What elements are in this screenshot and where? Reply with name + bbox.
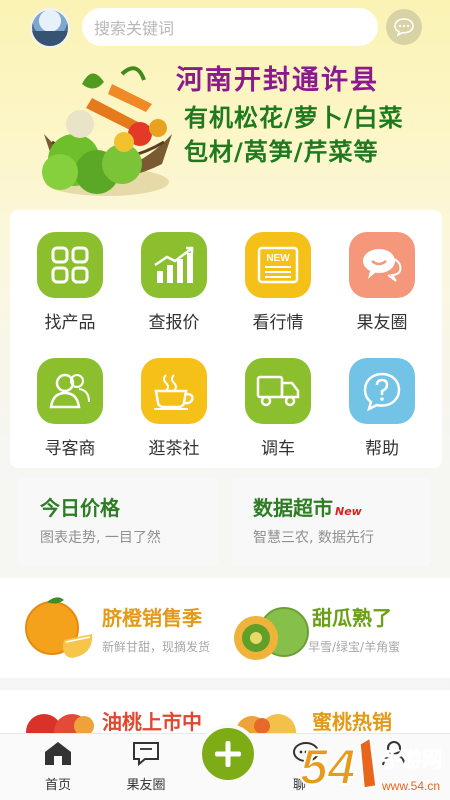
category-fruit-circle[interactable]: 果友圈 bbox=[332, 232, 432, 342]
user-avatar[interactable] bbox=[30, 8, 70, 48]
melon-promo-title: 甜瓜熟了 bbox=[312, 606, 392, 630]
category-label: 找产品 bbox=[44, 313, 96, 333]
svg-text:www.54.cn: www.54.cn bbox=[381, 779, 440, 793]
truck-icon bbox=[245, 358, 311, 424]
category-find-product[interactable]: 找产品 bbox=[20, 232, 120, 342]
category-label: 果友圈 bbox=[356, 313, 408, 333]
svg-text:54: 54 bbox=[300, 739, 356, 795]
category-market-trend[interactable]: NEW 看行情 bbox=[228, 232, 328, 342]
search-input[interactable]: 搜索关键词 bbox=[82, 8, 378, 46]
category-label: 逛茶社 bbox=[148, 439, 200, 459]
category-label: 查报价 bbox=[148, 313, 200, 333]
svg-text:手游网: 手游网 bbox=[382, 747, 442, 771]
grid-icon bbox=[37, 232, 103, 298]
new-badge: New bbox=[335, 505, 362, 518]
peach-promo-title: 油桃上市中 bbox=[102, 710, 202, 734]
category-label: 调车 bbox=[261, 439, 295, 459]
chat-bubbles-icon bbox=[349, 232, 415, 298]
add-button[interactable] bbox=[198, 724, 258, 784]
promo-row: 脐橙销售季 新鲜甘甜，现摘发货 甜瓜熟了 早雪/绿宝/羊角蜜 bbox=[0, 578, 450, 678]
orange-promo-subtitle: 新鲜甘甜，现摘发货 bbox=[102, 640, 211, 654]
tea-cup-icon bbox=[141, 358, 207, 424]
category-check-price[interactable]: 查报价 bbox=[124, 232, 224, 342]
category-panel: 找产品 查报价 NEW 看行情 果友圈 寻客商 逛茶社 调车 帮助 bbox=[10, 210, 442, 468]
peach-promo[interactable]: 油桃上市中 bbox=[0, 690, 226, 735]
orange-fruit-image bbox=[25, 597, 93, 658]
orange-promo[interactable]: 脐橙销售季 新鲜甘甜，现摘发货 bbox=[0, 578, 226, 678]
watermark-logo: 54 手游网 www.54.cn bbox=[299, 736, 442, 796]
comment-icon bbox=[133, 742, 159, 767]
search-placeholder: 搜索关键词 bbox=[94, 19, 175, 38]
category-tea-house[interactable]: 逛茶社 bbox=[124, 358, 224, 468]
nav-moments-label: 果友圈 bbox=[126, 778, 166, 793]
chat-dots-icon bbox=[394, 18, 414, 37]
plus-icon bbox=[215, 741, 241, 767]
people-icon bbox=[37, 358, 103, 424]
category-help[interactable]: 帮助 bbox=[332, 358, 432, 468]
today-price-card[interactable]: 今日价格 图表走势, 一目了然 bbox=[18, 478, 218, 566]
banner-line-1: 有机松花/萝卜/白菜 bbox=[184, 104, 404, 132]
data-market-card[interactable]: 数据超市 New 智慧三农, 数据先行 bbox=[231, 478, 431, 566]
message-button[interactable] bbox=[386, 9, 422, 45]
data-market-title: 数据超市 bbox=[253, 496, 333, 520]
banner-line-2: 包材/莴笋/芹菜等 bbox=[184, 138, 379, 166]
category-dispatch-truck[interactable]: 调车 bbox=[228, 358, 328, 468]
today-price-title: 今日价格 bbox=[40, 496, 120, 520]
category-label: 帮助 bbox=[365, 439, 399, 459]
melon-promo-subtitle: 早雪/绿宝/羊角蜜 bbox=[308, 640, 401, 654]
promo-banner[interactable]: 河南开封通许县 有机松花/萝卜/白菜 包材/莴笋/芹菜等 bbox=[0, 56, 450, 206]
home-icon bbox=[45, 742, 71, 765]
nav-home[interactable]: 首页 bbox=[18, 740, 98, 793]
svg-text:NEW: NEW bbox=[266, 253, 290, 264]
melon-fruit-image bbox=[234, 607, 309, 660]
orange-promo-title: 脐橙销售季 bbox=[102, 606, 202, 630]
banner-title: 河南开封通许县 bbox=[176, 65, 379, 96]
news-icon: NEW bbox=[245, 232, 311, 298]
category-find-merchant[interactable]: 寻客商 bbox=[20, 358, 120, 468]
nav-moments[interactable]: 果友圈 bbox=[106, 740, 186, 793]
vegetable-basket-image bbox=[42, 66, 172, 196]
top-bar: 搜索关键词 bbox=[0, 0, 450, 56]
help-icon bbox=[349, 358, 415, 424]
category-label: 寻客商 bbox=[44, 439, 96, 459]
honeypeach-promo[interactable]: 蜜桃热销 bbox=[226, 690, 450, 735]
melon-promo[interactable]: 甜瓜熟了 早雪/绿宝/羊角蜜 bbox=[226, 578, 450, 678]
nav-home-label: 首页 bbox=[44, 778, 71, 793]
data-market-subtitle: 智慧三农, 数据先行 bbox=[253, 530, 374, 546]
chart-icon bbox=[141, 232, 207, 298]
today-price-subtitle: 图表走势, 一目了然 bbox=[40, 530, 161, 546]
category-label: 看行情 bbox=[252, 313, 304, 333]
peach-fruit-image bbox=[26, 714, 94, 735]
